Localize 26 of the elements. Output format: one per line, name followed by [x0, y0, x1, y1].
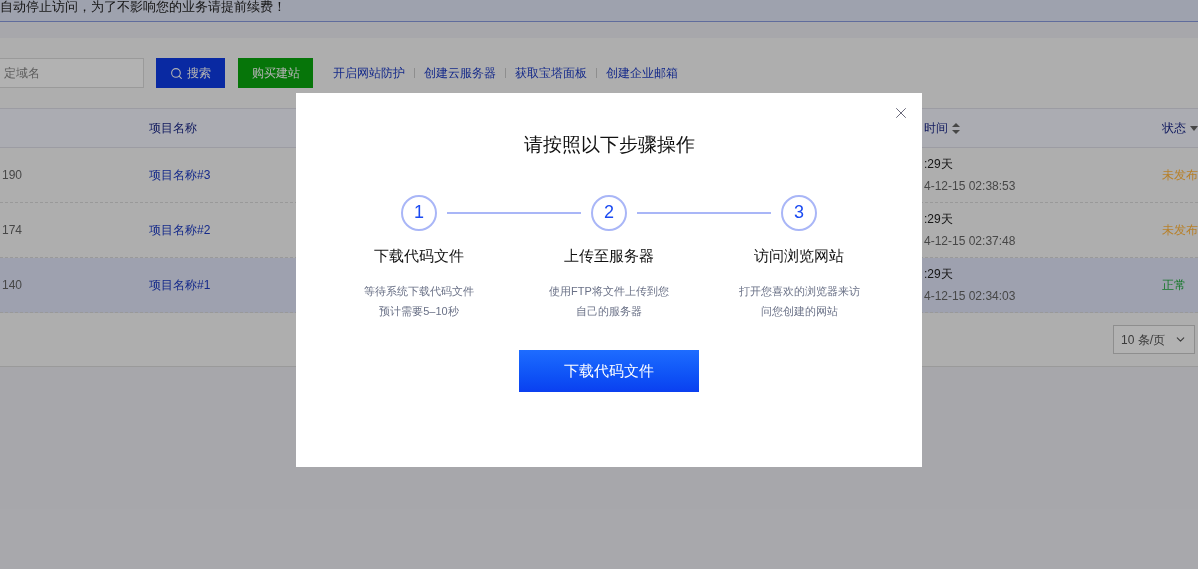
column-header: 项目名称	[149, 120, 197, 137]
duration-text: :29天	[924, 266, 954, 283]
created-time: 4-12-15 02:38:53	[924, 178, 1017, 195]
dialog-title: 请按照以下步骤操作	[523, 133, 695, 157]
status-text: 未发布	[1162, 222, 1198, 239]
status-text: 未发布	[1162, 167, 1198, 184]
column-header: 时间	[924, 120, 948, 137]
created-time: 4-12-15 02:34:03	[924, 288, 1017, 305]
notice-text: 自动停止访问，为了不影响您的业务请提前续费！	[0, 0, 286, 13]
id-cell-text: 190	[1, 167, 24, 184]
step-description: 打开您喜欢的浏览器来访 问您创建的网站	[738, 284, 860, 319]
column-header: 状态	[1162, 120, 1186, 137]
step-number: 1	[401, 194, 437, 231]
step-description: 使用FTP将文件上传到您 自己的服务器	[549, 284, 669, 319]
duration-text: :29天	[924, 211, 954, 228]
id-cell-text: 174	[1, 222, 24, 239]
step-description: 等待系统下载代码文件 预计需要5–10秒	[364, 284, 474, 319]
step-title: 上传至服务器	[564, 245, 654, 266]
step-number: 3	[781, 194, 817, 231]
id-cell-text: 140	[1, 277, 24, 294]
step-title: 下载代码文件	[374, 245, 464, 266]
status-text: 正常	[1162, 277, 1187, 294]
created-time: 4-12-15 02:37:48	[924, 233, 1017, 250]
step-title: 访问浏览网站	[754, 245, 844, 266]
duration-text: :29天	[924, 156, 954, 173]
step-number: 2	[591, 194, 627, 231]
